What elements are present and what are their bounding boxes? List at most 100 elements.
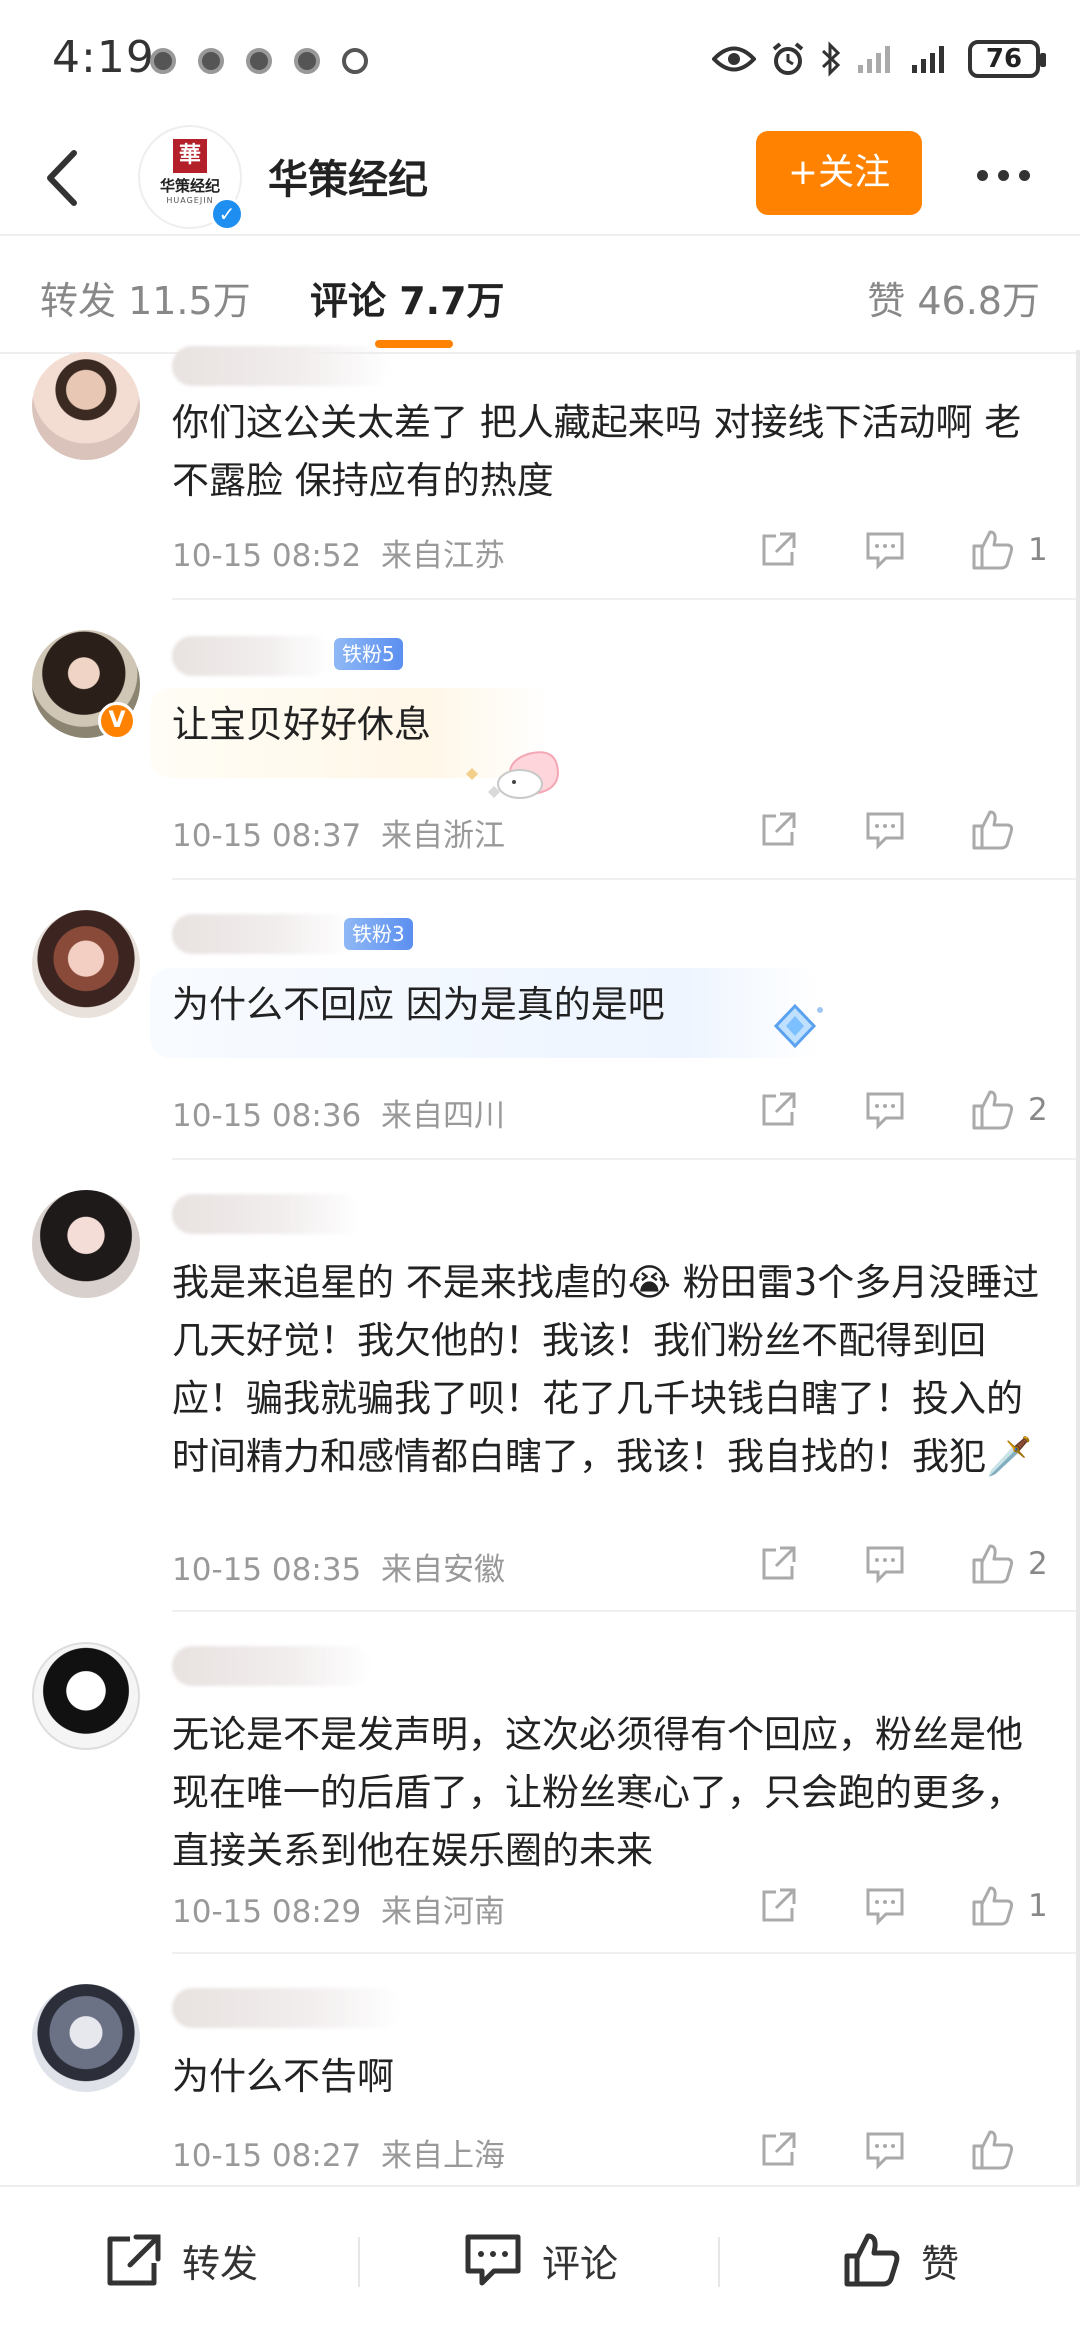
status-right-icons: 76 <box>712 40 1046 78</box>
share-button[interactable] <box>758 1542 830 1586</box>
avatar-vip-badge-icon: V <box>98 702 136 740</box>
comment-meta: 10-15 08:29 来自河南 <box>172 1886 505 1931</box>
more-dot-icon <box>997 169 1009 181</box>
comment-location: 来自江苏 <box>381 538 505 574</box>
username-blurred[interactable] <box>172 346 392 386</box>
comment-location: 来自浙江 <box>381 818 505 854</box>
bluetooth-icon <box>821 41 841 77</box>
like-button[interactable] <box>970 2128 1048 2172</box>
reply-button[interactable] <box>864 1542 936 1586</box>
header: 華 华策经纪 HUAGEJIN ✓ 华策经纪 +关注 <box>0 125 1080 235</box>
reply-button[interactable] <box>864 808 936 852</box>
username-blurred[interactable] <box>172 1988 402 2028</box>
comment-location: 来自河南 <box>381 1894 505 1930</box>
like-count: 1 <box>1028 1888 1048 1924</box>
reply-button[interactable] <box>864 2128 936 2172</box>
user-avatar[interactable] <box>32 1190 140 1298</box>
back-arrow-icon <box>47 150 77 206</box>
bottom-repost-label: 转发 <box>181 2241 258 2286</box>
notification-icon <box>198 48 224 74</box>
reply-button[interactable] <box>864 1088 936 1132</box>
fan-level-badge: 铁粉5 <box>334 638 403 670</box>
comment-item: 为什么不告啊 10-15 08:27 来自上海 <box>0 1954 1080 2185</box>
comment-meta: 10-15 08:52 来自江苏 <box>172 530 505 575</box>
share-button[interactable] <box>758 1088 830 1132</box>
like-count: 2 <box>1028 1092 1048 1128</box>
share-icon <box>107 2234 161 2286</box>
eye-icon <box>712 46 756 72</box>
thumbs-up-icon <box>972 1886 1014 1926</box>
comment-icon <box>866 1092 904 1130</box>
like-count: 2 <box>1028 1546 1048 1582</box>
tab-likes[interactable]: 赞 46.8万 <box>867 270 1040 325</box>
comment-text: 无论是不是发声明，这次必须得有个回应，粉丝是他现在唯一的后盾了，让粉丝寒心了，只… <box>172 1713 1023 1872</box>
username-blurred[interactable] <box>172 914 352 954</box>
comment-meta: 10-15 08:37 来自浙江 <box>172 810 505 855</box>
bottom-repost-button[interactable]: 转发 <box>0 2187 360 2331</box>
share-icon <box>762 1546 796 1580</box>
comment-item: 铁粉3 为什么不回应 因为是真的是吧 10-15 08:36 来自四川 2 <box>0 880 1080 1160</box>
active-tab-indicator <box>375 340 453 348</box>
comment-meta: 10-15 08:27 来自上海 <box>172 2130 505 2175</box>
thumbs-up-icon <box>972 530 1014 570</box>
comment-text: 你们这公关太差了 把人藏起来吗 对接线下活动啊 老不露脸 保持应有的热度 <box>172 401 1022 502</box>
comment-item: 无论是不是发声明，这次必须得有个回应，粉丝是他现在唯一的后盾了，让粉丝寒心了，只… <box>0 1612 1080 1954</box>
tab-bar: 转发 11.5万 评论 7.7万 赞 46.8万 <box>0 240 1080 350</box>
more-options-button[interactable] <box>968 155 1038 195</box>
diamond-sticker-icon <box>773 1003 823 1049</box>
alarm-icon <box>772 42 804 75</box>
bottom-like-button[interactable]: 赞 <box>720 2187 1080 2331</box>
comment-actions: 2 <box>724 1088 1048 1132</box>
comment-icon <box>866 532 904 570</box>
username-blurred[interactable] <box>172 1194 362 1234</box>
logo-mark: 華 <box>173 139 207 173</box>
like-button[interactable]: 2 <box>970 1088 1048 1132</box>
like-count: 1 <box>1028 532 1048 568</box>
scrollbar-track[interactable] <box>1076 350 1080 2185</box>
comment-icon <box>866 1546 904 1584</box>
share-icon <box>762 2132 796 2166</box>
comment-time: 10-15 08:29 <box>172 1894 362 1930</box>
like-button[interactable]: 1 <box>970 1884 1048 1928</box>
comment-icon <box>866 1888 904 1926</box>
fan-level-badge: 铁粉3 <box>344 918 413 950</box>
share-icon <box>762 1092 796 1126</box>
username-blurred[interactable] <box>172 1646 372 1686</box>
comment-actions: 1 <box>724 528 1048 572</box>
status-bar: 4:19 76 <box>0 0 1080 125</box>
like-button[interactable] <box>970 808 1048 852</box>
account-avatar[interactable]: 華 华策经纪 HUAGEJIN ✓ <box>138 125 244 231</box>
share-icon <box>762 532 796 566</box>
comment-item: V 铁粉5 让宝贝好好休息 10-15 08:37 来自浙江 <box>0 600 1080 880</box>
bottom-comment-button[interactable]: 评论 <box>360 2187 720 2331</box>
like-button[interactable]: 2 <box>970 1542 1048 1586</box>
share-button[interactable] <box>758 1884 830 1928</box>
comment-text: 为什么不告啊 <box>172 2055 394 2098</box>
comment-item: 你们这公关太差了 把人藏起来吗 对接线下活动啊 老不露脸 保持应有的热度 10-… <box>0 346 1080 600</box>
notification-icon <box>342 48 368 74</box>
back-button[interactable] <box>30 143 100 213</box>
username-blurred[interactable] <box>172 636 332 676</box>
reply-button[interactable] <box>864 528 936 572</box>
share-icon <box>762 1888 796 1922</box>
tab-comments[interactable]: 评论 7.7万 <box>310 270 505 325</box>
share-button[interactable] <box>758 808 830 852</box>
user-avatar[interactable] <box>32 352 140 460</box>
share-button[interactable] <box>758 528 830 572</box>
user-avatar[interactable] <box>32 1984 140 2092</box>
like-button[interactable]: 1 <box>970 528 1048 572</box>
share-button[interactable] <box>758 2128 830 2172</box>
comment-item: 我是来追星的 不是来找虐的😭 粉田雷3个多月没睡过几天好觉！我欠他的！我该！我们… <box>0 1160 1080 1612</box>
comment-icon <box>866 812 904 850</box>
more-dot-icon <box>1018 169 1030 181</box>
tab-repost[interactable]: 转发 11.5万 <box>40 270 251 325</box>
comment-location: 来自上海 <box>381 2138 505 2174</box>
logo-text: 华策经纪 <box>159 177 220 195</box>
notification-icons <box>150 48 368 74</box>
account-name[interactable]: 华策经纪 <box>268 147 428 205</box>
user-avatar[interactable] <box>32 910 140 1018</box>
comment-icon <box>866 2132 904 2170</box>
follow-button[interactable]: +关注 <box>756 131 922 215</box>
user-avatar[interactable] <box>32 1642 140 1750</box>
reply-button[interactable] <box>864 1884 936 1928</box>
